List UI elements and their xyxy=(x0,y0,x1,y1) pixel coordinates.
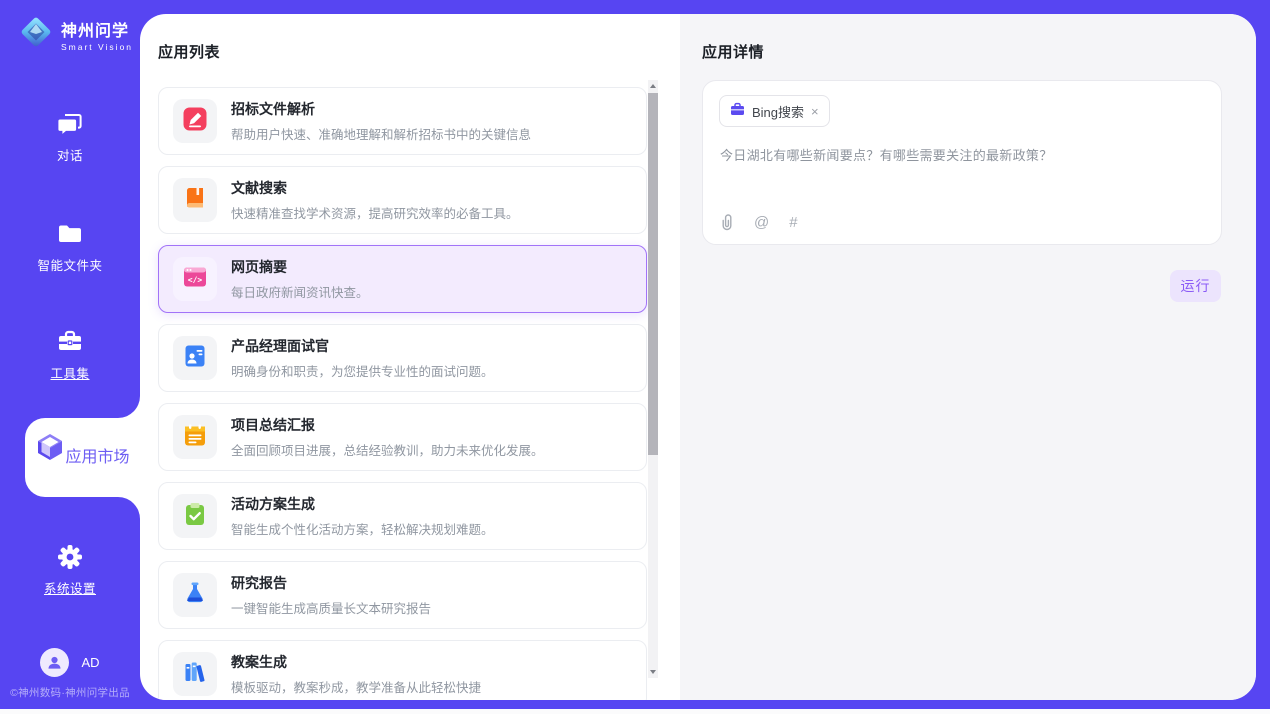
app-icon-box: </> xyxy=(173,257,217,301)
gear-icon xyxy=(56,543,84,571)
composer-toolbar: @ # xyxy=(720,213,798,231)
app-card-selected[interactable]: </> 网页摘要每日政府新闻资讯快查。 xyxy=(158,245,647,313)
content-area: 应用列表 招标文件解析帮助用户快速、准确地理解和解析招标书中的关键信息文献搜索快… xyxy=(140,14,1256,700)
avatar xyxy=(40,648,69,677)
sidebar: 神州问学 Smart Vision 对话智能文件夹工具集应用市场系统设置 AD … xyxy=(0,0,140,709)
sidebar-item-label: 工具集 xyxy=(50,367,89,381)
app-description: 一键智能生成高质量长文本研究报告 xyxy=(231,598,431,617)
prompt-input[interactable]: 今日湖北有哪些新闻要点？有哪些需要关注的最新政策？ xyxy=(720,145,1200,164)
app-description: 帮助用户快速、准确地理解和解析招标书中的关键信息 xyxy=(231,124,531,143)
paperclip-icon[interactable] xyxy=(720,213,734,231)
pill-notch-top xyxy=(116,394,140,418)
sidebar-item-gear[interactable]: 系统设置 xyxy=(0,543,140,598)
app-icon-box xyxy=(173,178,217,222)
app-name: 教案生成 xyxy=(231,652,481,672)
app-description: 模板驱动，教案秒成，教学准备从此轻松快捷 xyxy=(231,677,481,696)
at-icon[interactable]: @ xyxy=(754,214,769,231)
app-card[interactable]: 产品经理面试官明确身份和职责，为您提供专业性的面试问题。 xyxy=(158,324,647,392)
calendar-icon xyxy=(182,422,208,453)
app-icon-box xyxy=(173,573,217,617)
composer-card[interactable]: Bing搜索 × 今日湖北有哪些新闻要点？有哪些需要关注的最新政策？ @ # xyxy=(702,80,1222,245)
tool-chip-bing-search[interactable]: Bing搜索 × xyxy=(719,95,830,127)
books-icon xyxy=(182,659,208,690)
arrow-up-icon xyxy=(650,84,656,88)
app-name: 招标文件解析 xyxy=(231,99,531,119)
briefcase-icon xyxy=(730,102,745,121)
scroll-down-button[interactable] xyxy=(648,666,658,678)
sidebar-item-label: 应用市场 xyxy=(65,449,129,466)
sidebar-item-label: 系统设置 xyxy=(44,582,96,596)
app-icon-box xyxy=(173,652,217,696)
app-icon-box xyxy=(173,99,217,143)
brand-diamond-icon xyxy=(18,14,54,55)
sidebar-item-folder[interactable]: 智能文件夹 xyxy=(0,220,140,275)
pill-notch-bottom xyxy=(116,497,140,521)
app-card[interactable]: 研究报告一键智能生成高质量长文本研究报告 xyxy=(158,561,647,629)
hash-icon[interactable]: # xyxy=(789,214,797,231)
brand-logo: 神州问学 Smart Vision xyxy=(18,14,133,55)
app-description: 智能生成个性化活动方案，轻松解决规划难题。 xyxy=(231,519,494,538)
chat-icon xyxy=(56,110,84,138)
app-description: 明确身份和职责，为您提供专业性的面试问题。 xyxy=(231,361,494,380)
run-button[interactable]: 运行 xyxy=(1170,270,1221,302)
app-name: 文献搜索 xyxy=(231,178,519,198)
app-card[interactable]: 教案生成模板驱动，教案秒成，教学准备从此轻松快捷 xyxy=(158,640,647,700)
interview-icon xyxy=(182,343,208,374)
book-icon xyxy=(182,185,208,216)
window-bottom-edge xyxy=(0,709,1270,714)
clipboard-check-icon xyxy=(182,501,208,532)
app-name: 项目总结汇报 xyxy=(231,415,544,435)
app-card[interactable]: 项目总结汇报全面回顾项目进展，总结经验教训，助力未来优化发展。 xyxy=(158,403,647,471)
folder-icon xyxy=(56,220,84,248)
sidebar-item-chat[interactable]: 对话 xyxy=(0,110,140,165)
user-name: AD xyxy=(81,655,99,670)
app-window: 神州问学 Smart Vision 对话智能文件夹工具集应用市场系统设置 AD … xyxy=(0,0,1270,714)
app-icon-box xyxy=(173,336,217,380)
app-detail-title: 应用详情 xyxy=(702,41,764,62)
app-name: 网页摘要 xyxy=(231,257,369,277)
research-icon xyxy=(182,580,208,611)
copyright-footer: ©神州数码·神州问学出品 xyxy=(0,685,140,700)
arrow-down-icon xyxy=(650,670,656,674)
scrollbar[interactable] xyxy=(648,80,658,678)
app-list: 招标文件解析帮助用户快速、准确地理解和解析招标书中的关键信息文献搜索快速精准查找… xyxy=(158,87,647,700)
edit-doc-icon xyxy=(182,106,208,137)
app-name: 产品经理面试官 xyxy=(231,336,494,356)
app-card[interactable]: 活动方案生成智能生成个性化活动方案，轻松解决规划难题。 xyxy=(158,482,647,550)
app-name: 研究报告 xyxy=(231,573,431,593)
app-card[interactable]: 文献搜索快速精准查找学术资源，提高研究效率的必备工具。 xyxy=(158,166,647,234)
app-icon-box xyxy=(173,494,217,538)
cube-icon xyxy=(35,449,65,466)
app-card[interactable]: 招标文件解析帮助用户快速、准确地理解和解析招标书中的关键信息 xyxy=(158,87,647,155)
toolbox-icon xyxy=(56,328,84,356)
user-account[interactable]: AD xyxy=(0,648,140,677)
app-description: 每日政府新闻资讯快查。 xyxy=(231,282,369,301)
browser-code-icon: </> xyxy=(182,264,208,295)
app-description: 快速精准查找学术资源，提高研究效率的必备工具。 xyxy=(231,203,519,222)
svg-text:</>: </> xyxy=(188,275,203,284)
brand-name: 神州问学 xyxy=(61,17,133,41)
app-icon-box xyxy=(173,415,217,459)
sidebar-item-toolbox[interactable]: 工具集 xyxy=(0,328,140,383)
chip-close-icon[interactable]: × xyxy=(811,105,819,118)
sidebar-item-label: 对话 xyxy=(57,149,83,163)
app-name: 活动方案生成 xyxy=(231,494,494,514)
scrollbar-thumb[interactable] xyxy=(648,93,658,455)
sidebar-item-cube-active[interactable]: 应用市场 xyxy=(25,418,140,497)
brand-subtitle: Smart Vision xyxy=(61,42,133,52)
sidebar-item-label: 智能文件夹 xyxy=(37,259,102,273)
app-description: 全面回顾项目进展，总结经验教训，助力未来优化发展。 xyxy=(231,440,544,459)
scroll-up-button[interactable] xyxy=(648,80,658,92)
app-list-title: 应用列表 xyxy=(158,41,220,62)
tool-chip-label: Bing搜索 xyxy=(752,102,804,121)
